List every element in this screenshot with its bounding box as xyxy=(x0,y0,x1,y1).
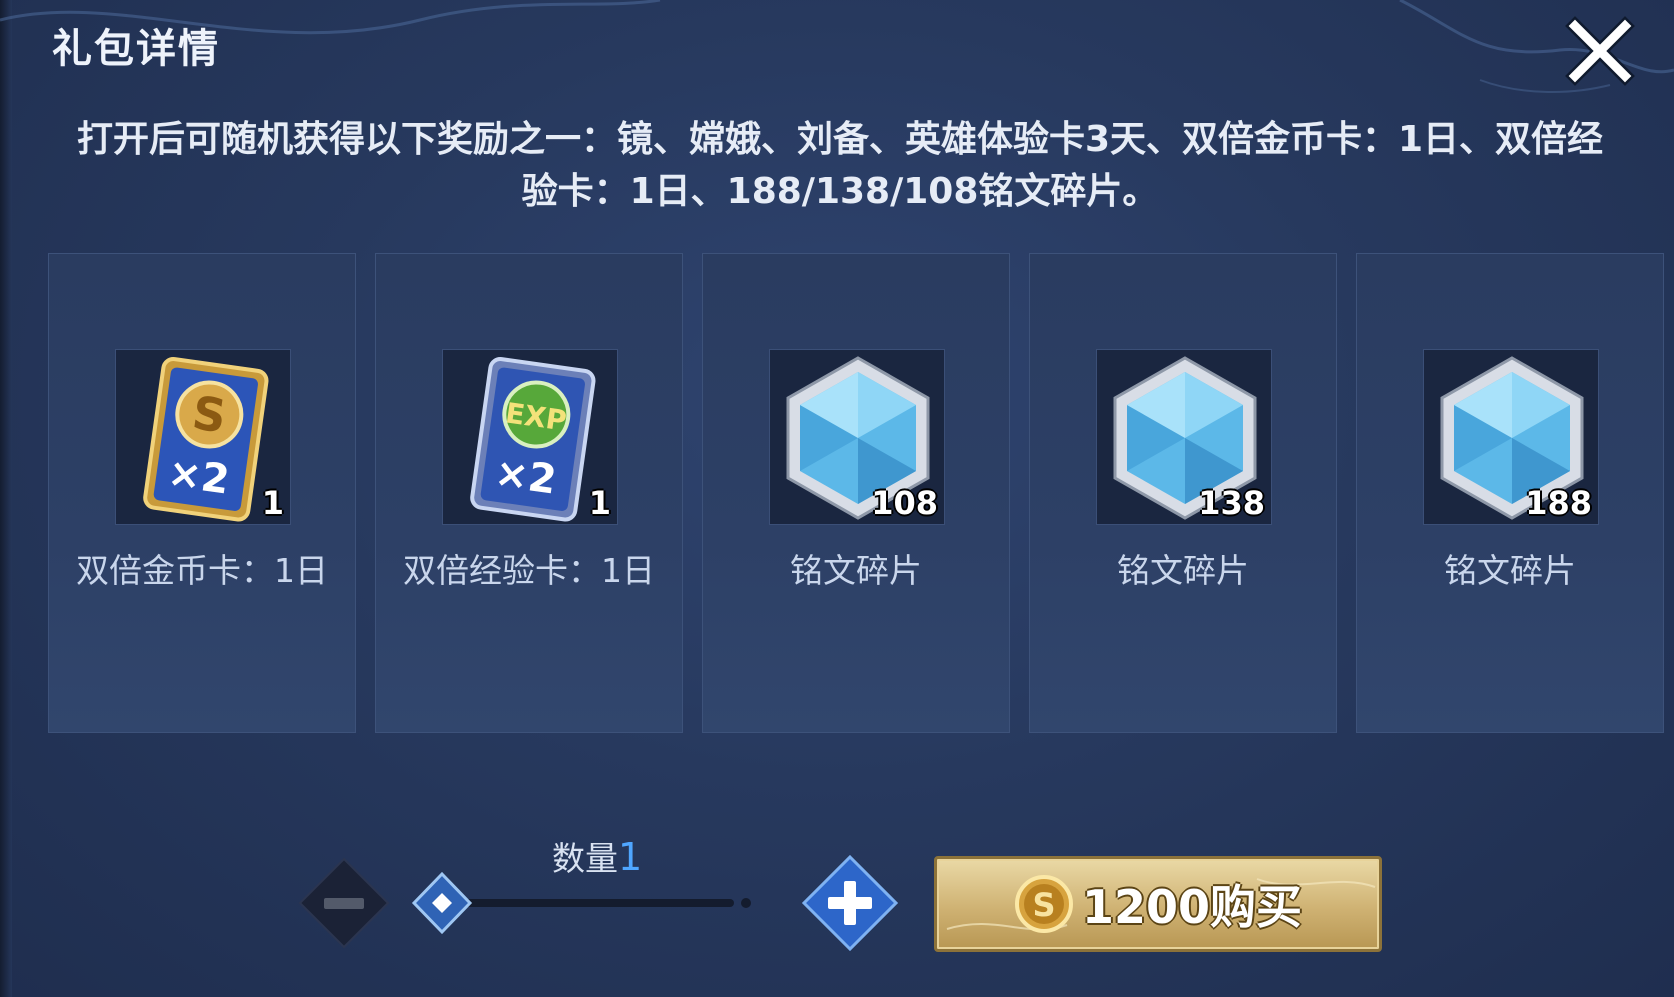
reward-description: 打开后可随机获得以下奖励之一：镜、嫦娥、刘备、英雄体验卡3天、双倍金币卡：1日、… xyxy=(76,119,1604,212)
reward-label: 铭文碎片 xyxy=(1444,551,1576,590)
buy-button-content: S 1200购买 xyxy=(937,859,1379,949)
reward-icon-frame: 138 xyxy=(1096,349,1272,525)
reward-icon-frame: EXP ×2 1 xyxy=(442,349,618,525)
dialog-title: 礼包详情 xyxy=(52,26,220,72)
reward-icon-frame: 108 xyxy=(769,349,945,525)
reward-icon-frame: S ×2 1 xyxy=(115,349,291,525)
increase-quantity-button[interactable] xyxy=(801,854,899,952)
decorative-swirl xyxy=(0,0,1674,93)
reward-card[interactable]: 138 铭文碎片 xyxy=(1029,253,1337,733)
reward-label: 双倍经验卡：1日 xyxy=(403,551,655,590)
slider-track xyxy=(411,871,751,935)
gold-coin-icon: S xyxy=(1014,875,1073,933)
gift-pack-dialog: 礼包详情 打开后可随机获得以下奖励之一：镜、嫦娥、刘备、英雄体验卡3天、双倍金币… xyxy=(0,0,1674,997)
reward-count: 188 xyxy=(1525,484,1592,522)
reward-label: 双倍金币卡：1日 xyxy=(76,551,328,590)
reward-card[interactable]: 188 铭文碎片 xyxy=(1356,253,1664,733)
reward-count: 138 xyxy=(1198,484,1265,522)
reward-label: 铭文碎片 xyxy=(1117,551,1249,590)
reward-card[interactable]: 108 铭文碎片 xyxy=(702,253,1010,733)
close-button[interactable] xyxy=(1565,16,1635,86)
svg-text:×2: ×2 xyxy=(492,450,559,504)
close-icon xyxy=(1565,16,1635,86)
buy-button-label: 1200购买 xyxy=(1081,880,1303,934)
reward-icon-frame: 188 xyxy=(1423,349,1599,525)
reward-card[interactable]: S ×2 1 双倍金币卡：1日 xyxy=(48,253,356,733)
svg-text:S: S xyxy=(1032,886,1055,924)
plus-icon xyxy=(801,854,899,952)
reward-count: 108 xyxy=(871,484,938,522)
reward-card[interactable]: EXP ×2 1 双倍经验卡：1日 xyxy=(375,253,683,733)
minus-icon xyxy=(298,857,390,949)
reward-label: 铭文碎片 xyxy=(790,551,922,590)
reward-count: 1 xyxy=(261,484,284,522)
decrease-quantity-button[interactable] xyxy=(298,857,390,949)
quantity-slider[interactable] xyxy=(408,870,758,936)
reward-grid: S ×2 1 双倍金币卡：1日 EXP ×2 1 双倍经验卡：1日 108 铭文… xyxy=(48,253,1664,735)
left-edge-shadow xyxy=(0,0,12,997)
buy-button[interactable]: S 1200购买 xyxy=(934,856,1382,952)
reward-count: 1 xyxy=(588,484,611,522)
svg-text:×2: ×2 xyxy=(165,450,232,504)
